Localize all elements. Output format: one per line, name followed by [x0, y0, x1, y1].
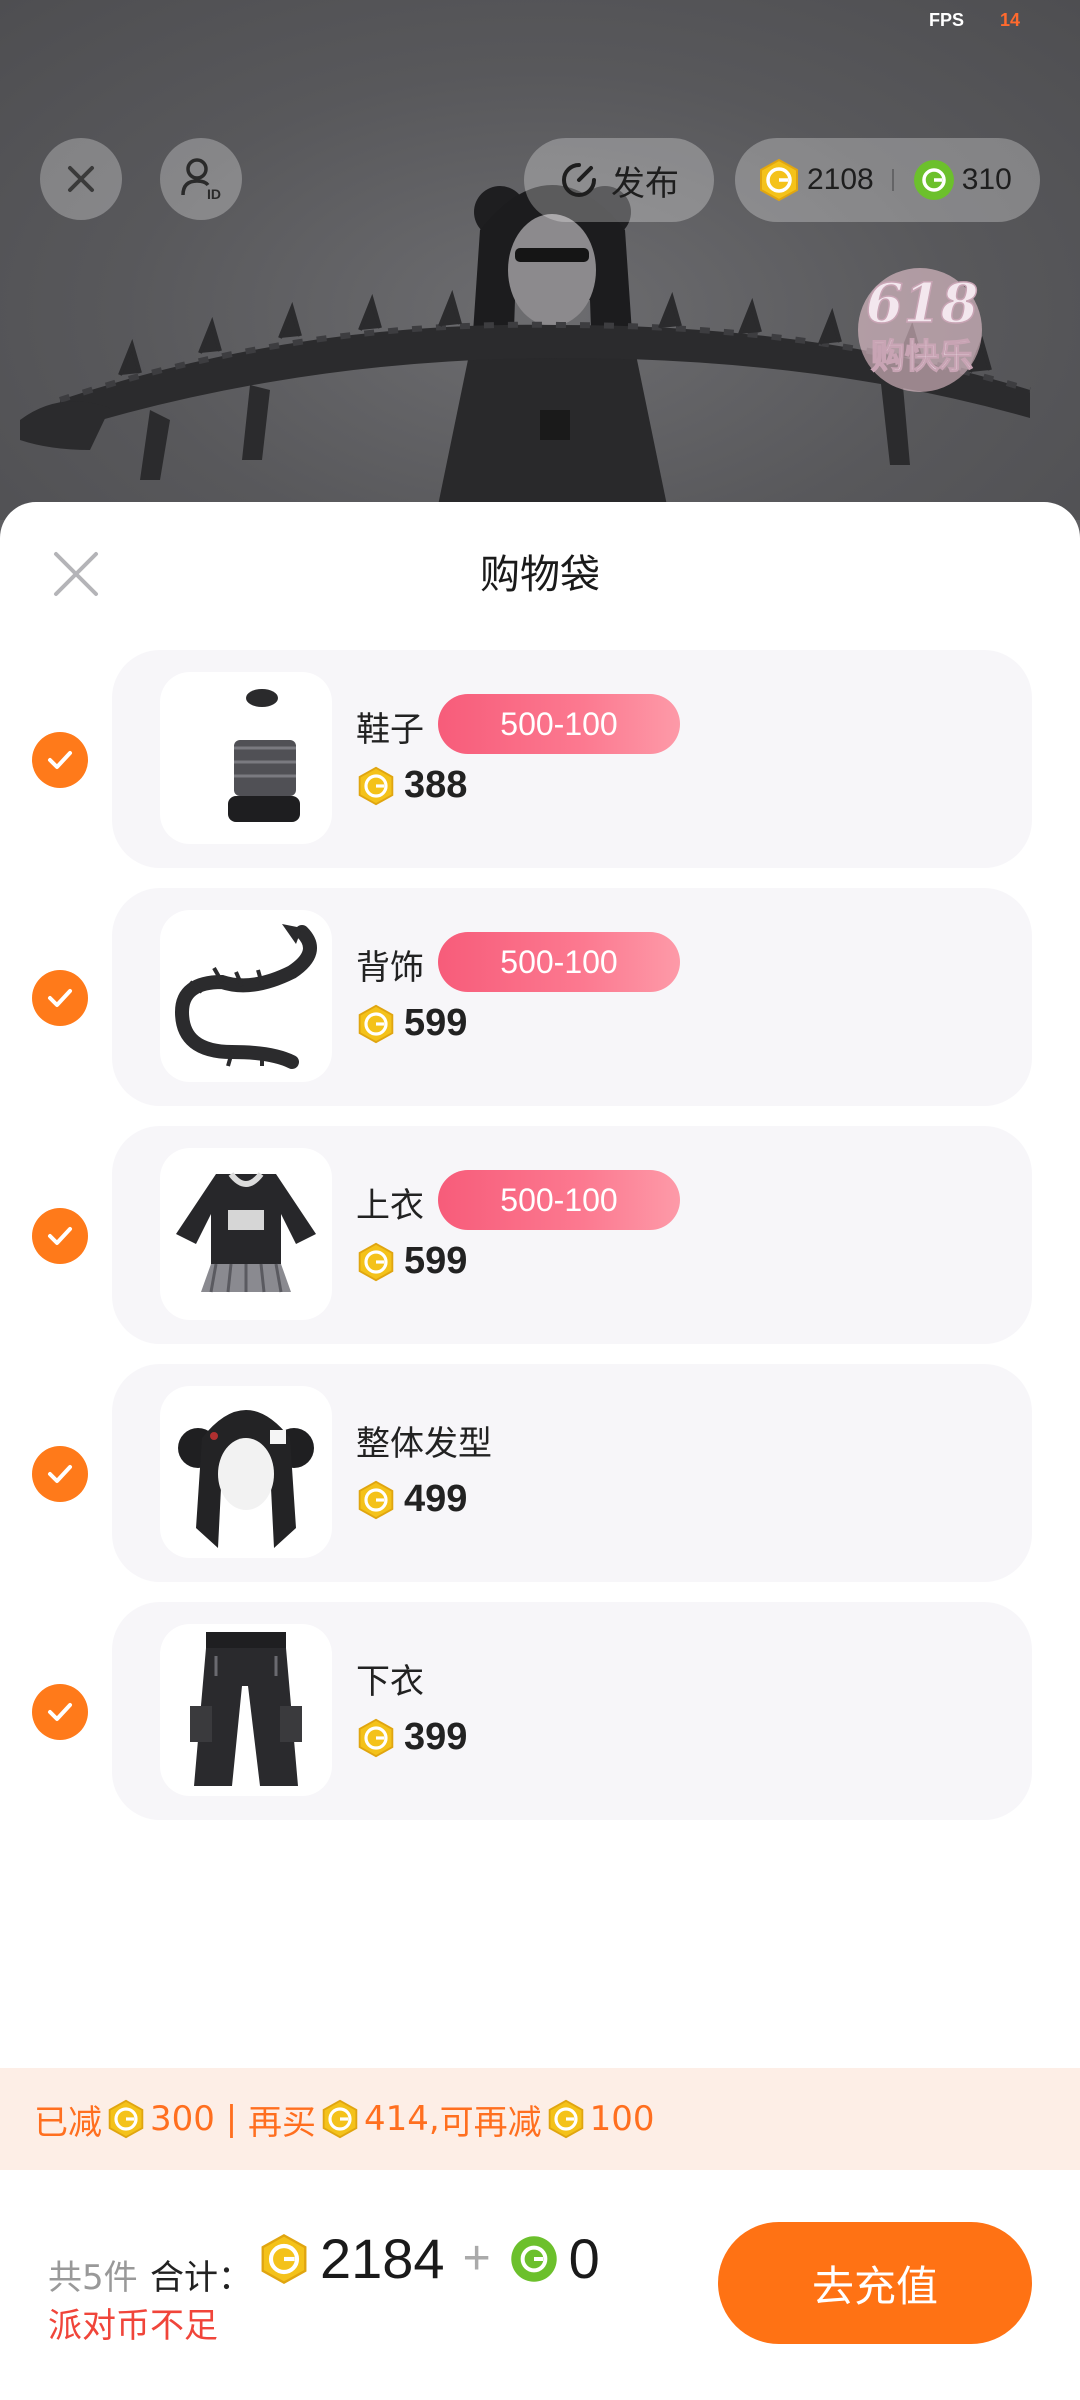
further-label: 可再减 [439, 2102, 542, 2143]
gold-coin-icon [358, 1004, 394, 1043]
reduced-amount: 300 | [150, 2099, 248, 2139]
hoodie-image [176, 1172, 316, 1293]
close-icon [68, 166, 94, 192]
fps-counter: FPS 14 [929, 10, 1020, 31]
gold-total: 2184 [320, 2227, 445, 2290]
green-coin-icon [913, 160, 954, 200]
item-price: 599 [356, 1240, 467, 1283]
item-price: 499 [356, 1478, 467, 1521]
item-price-value: 499 [404, 1478, 468, 1520]
further-amount: 100 [589, 2099, 655, 2139]
plus-sign: + [462, 2232, 491, 2285]
item-checkbox[interactable] [32, 1446, 88, 1502]
item-card[interactable]: 上衣 500-100 599 [112, 1126, 1032, 1344]
svg-text:ID: ID [207, 186, 221, 202]
cart-item[interactable]: 下衣 399 [0, 1602, 1080, 1820]
item-card[interactable]: 鞋子 500-100 388 [112, 650, 1032, 868]
promo-tag: 500-100 [438, 1170, 680, 1230]
gold-coin-icon [108, 2099, 144, 2139]
currency-balance[interactable]: 2108 310 [735, 138, 1040, 222]
insufficient-balance-warning: 派对币不足 [48, 2306, 218, 2346]
publish-label: 发布 [611, 163, 679, 204]
green-coin-balance: 310 [961, 163, 1012, 196]
total-amount: 2184 + 0 [258, 2226, 600, 2291]
item-price: 599 [356, 1002, 467, 1045]
promo-618-text: 618 [866, 271, 979, 335]
publish-icon [562, 163, 596, 197]
cart-item[interactable]: 上衣 500-100 599 [0, 1126, 1080, 1344]
item-card[interactable]: 背饰 500-100 599 [112, 888, 1032, 1106]
pants-image [190, 1632, 302, 1786]
shoes-image [228, 689, 300, 822]
item-thumbnail [160, 1624, 332, 1796]
buy-more-amount: 414, [363, 2099, 440, 2139]
gold-coin-icon [760, 158, 798, 202]
total-label: 合计： [150, 2258, 252, 2298]
item-price-value: 388 [404, 764, 468, 806]
green-coin-icon [510, 2235, 557, 2282]
close-button[interactable] [40, 138, 122, 220]
item-thumbnail [160, 1148, 332, 1320]
user-id-icon: ID [181, 158, 221, 202]
item-checkbox[interactable] [32, 1208, 88, 1264]
checkmark-icon [48, 1465, 72, 1483]
publish-button[interactable]: 发布 [524, 138, 714, 222]
item-price-value: 599 [404, 1240, 468, 1282]
item-price-value: 399 [404, 1716, 468, 1758]
promo-618-subtext: 购快乐 [871, 337, 973, 377]
item-checkbox[interactable] [32, 732, 88, 788]
item-price-value: 599 [404, 1002, 468, 1044]
checkmark-icon [48, 989, 72, 1007]
fps-label: FPS [928, 10, 964, 30]
checkmark-icon [48, 1227, 72, 1245]
promo-tag: 500-100 [438, 694, 680, 754]
item-name: 背饰 [356, 948, 424, 988]
item-thumbnail [160, 1386, 332, 1558]
gold-coin-icon [358, 766, 394, 805]
game-scene: FPS 14 ID 发布 2108 310 618 购快乐 [0, 0, 1080, 520]
checkmark-icon [48, 751, 72, 769]
item-thumbnail [160, 672, 332, 844]
hairstyle-image [178, 1410, 314, 1548]
item-price: 388 [356, 764, 467, 807]
fps-value: 14 [999, 10, 1020, 30]
item-name: 上衣 [356, 1186, 424, 1226]
checkmark-icon [48, 1703, 72, 1721]
item-card[interactable]: 下衣 399 [112, 1602, 1032, 1820]
item-card[interactable]: 整体发型 499 [112, 1364, 1032, 1582]
gold-coin-icon [548, 2099, 583, 2139]
discount-info-bar: 已减 300 | 再买 414, 可再减 100 [0, 2068, 1080, 2170]
checkout-footer: 共5件 合计： 2184 + 0 派对币不足 去充值 [0, 2170, 1080, 2400]
gold-coin-icon [322, 2099, 358, 2139]
gold-coin-icon [358, 1480, 394, 1519]
dragon-image [174, 924, 317, 1069]
recharge-button[interactable]: 去充值 [718, 2222, 1032, 2344]
user-id-button[interactable]: ID [160, 138, 242, 220]
gold-coin-icon [261, 2233, 307, 2284]
item-name: 鞋子 [356, 710, 424, 750]
reduced-label: 已减 [34, 2102, 102, 2143]
item-checkbox[interactable] [32, 970, 88, 1026]
item-count: 共5件 [48, 2258, 138, 2298]
item-name: 下衣 [356, 1662, 424, 1702]
sheet-title: 购物袋 [480, 552, 600, 598]
cart-item[interactable]: 整体发型 499 [0, 1364, 1080, 1582]
item-checkbox[interactable] [32, 1684, 88, 1740]
item-thumbnail [160, 910, 332, 1082]
gold-coin-icon [358, 1242, 394, 1281]
promo-618-badge[interactable]: 618 购快乐 [810, 250, 1030, 400]
green-total: 0 [568, 2227, 600, 2290]
item-name: 整体发型 [356, 1424, 492, 1464]
buy-more-label: 再买 [247, 2102, 316, 2143]
currency-divider [891, 169, 894, 191]
gold-coin-balance: 2108 [807, 163, 874, 196]
gold-coin-icon [358, 1718, 394, 1757]
cart-item[interactable]: 鞋子 500-100 388 [0, 650, 1080, 868]
cart-item[interactable]: 背饰 500-100 599 [0, 888, 1080, 1106]
promo-tag: 500-100 [438, 932, 680, 992]
item-price: 399 [356, 1716, 467, 1759]
